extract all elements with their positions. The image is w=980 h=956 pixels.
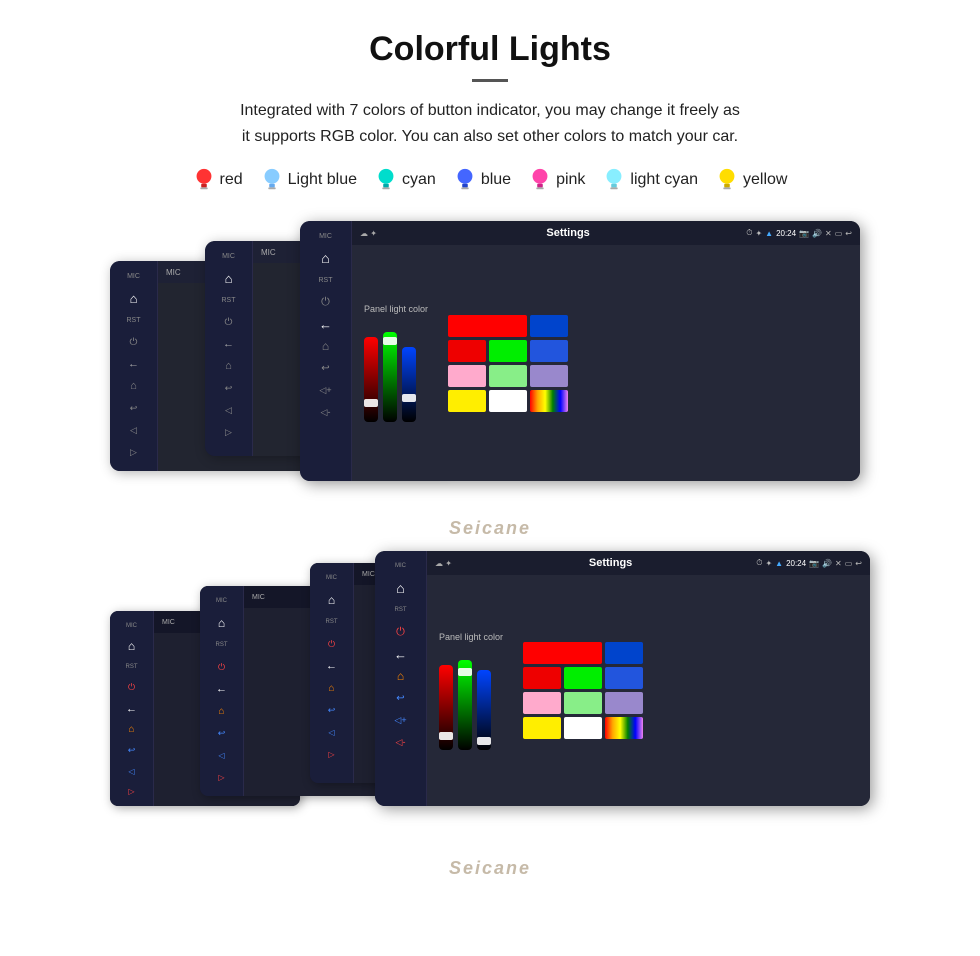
color-item-cyan: cyan [375,167,436,193]
watermark-bottom: Seicane [449,858,531,879]
top-device-group: MIC ⌂ RST ⏻ ← ⌂ ↩ ◁ ▷ MIC ⌂ [110,221,870,541]
color-item-pink: pink [529,167,585,193]
color-item-red: red [193,167,243,193]
top-device-3: MIC ⌂ RST ⏻ ← ⌂ ↩ ◁+ ◁- ☁ ✦ Settings ⏱✦▲ [300,221,860,481]
color-item-blue: blue [454,167,511,193]
title-section: Colorful Lights Integrated with 7 colors… [40,30,940,149]
color-indicators-row: red Light blue cyan blue [40,167,940,193]
panel-light-label: Panel light color [364,304,428,314]
pink-bulb-icon [529,167,551,193]
panel-light-label-bottom: Panel light color [439,632,503,642]
yellow-bulb-icon [716,167,738,193]
color-label-cyan: cyan [402,171,436,189]
color-label-red: red [220,171,243,189]
bottom-device-group: MIC ⌂ RST ⏻ ← ⌂ ↩ ◁ ▷ MIC Settings [110,551,870,881]
color-label-pink: pink [556,171,585,189]
bottom-device-4: MIC ⌂ RST ⏻ ← ⌂ ↩ ◁+ ◁- ☁ ✦ Settings ⏱✦▲ [375,551,870,806]
color-item-lightblue: Light blue [261,167,357,193]
lightcyan-bulb-icon [603,167,625,193]
color-item-yellow: yellow [716,167,787,193]
color-label-lightcyan: light cyan [630,171,698,189]
red-bulb-icon [193,167,215,193]
color-label-lightblue: Light blue [288,171,357,189]
watermark-top: Seicane [449,518,531,539]
blue-bulb-icon [454,167,476,193]
page-wrapper: Colorful Lights Integrated with 7 colors… [0,0,980,911]
color-label-yellow: yellow [743,171,787,189]
color-item-lightcyan: light cyan [603,167,698,193]
lightblue-bulb-icon [261,167,283,193]
description-text: Integrated with 7 colors of button indic… [40,98,940,149]
cyan-bulb-icon [375,167,397,193]
page-title: Colorful Lights [40,30,940,69]
title-divider [472,79,508,82]
color-label-blue: blue [481,171,511,189]
